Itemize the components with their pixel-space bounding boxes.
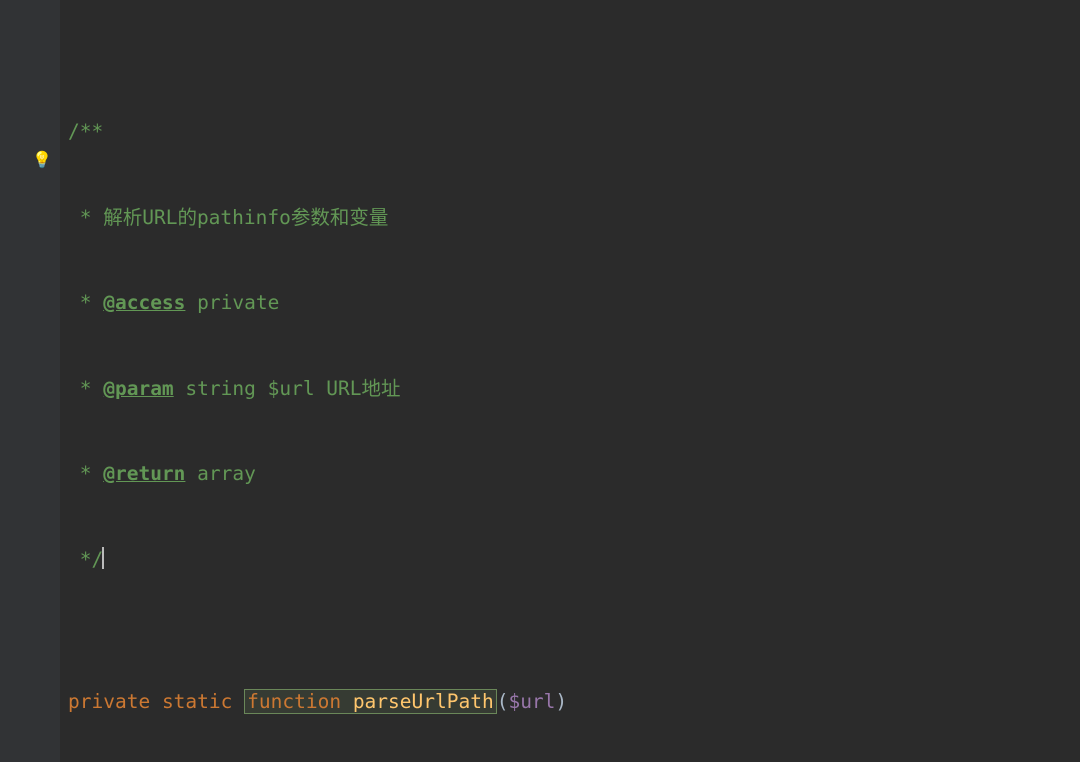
- code-line: * @return array: [68, 460, 1080, 489]
- code-line: * @access private: [68, 289, 1080, 318]
- param-url: $url: [508, 690, 555, 713]
- docblock-text: * 解析URL的pathinfo参数和变量: [68, 206, 388, 229]
- code-line: * 解析URL的pathinfo参数和变量: [68, 204, 1080, 233]
- lightbulb-icon[interactable]: 💡: [32, 151, 50, 169]
- doc-tag-param: @param: [103, 377, 173, 400]
- kw-private: private: [68, 690, 150, 713]
- code-area[interactable]: /** * 解析URL的pathinfo参数和变量 * @access priv…: [60, 0, 1080, 762]
- docblock-open: /**: [68, 120, 103, 143]
- doc-tag-return: @return: [103, 462, 185, 485]
- function-name: parseUrlPath: [353, 690, 494, 713]
- code-editor[interactable]: 💡 /** * 解析URL的pathinfo参数和变量 * @access pr…: [0, 0, 1080, 762]
- code-line: private static function parseUrlPath($ur…: [68, 688, 1080, 717]
- docblock-close: */: [68, 548, 103, 571]
- editor-gutter: 💡: [0, 0, 60, 762]
- kw-static: static: [162, 690, 232, 713]
- text-caret: [102, 547, 104, 569]
- code-line: /**: [68, 118, 1080, 147]
- function-name-highlight: function parseUrlPath: [244, 689, 497, 714]
- code-line: */: [68, 546, 1080, 575]
- code-line: * @param string $url URL地址: [68, 375, 1080, 404]
- doc-tag-access: @access: [103, 291, 185, 314]
